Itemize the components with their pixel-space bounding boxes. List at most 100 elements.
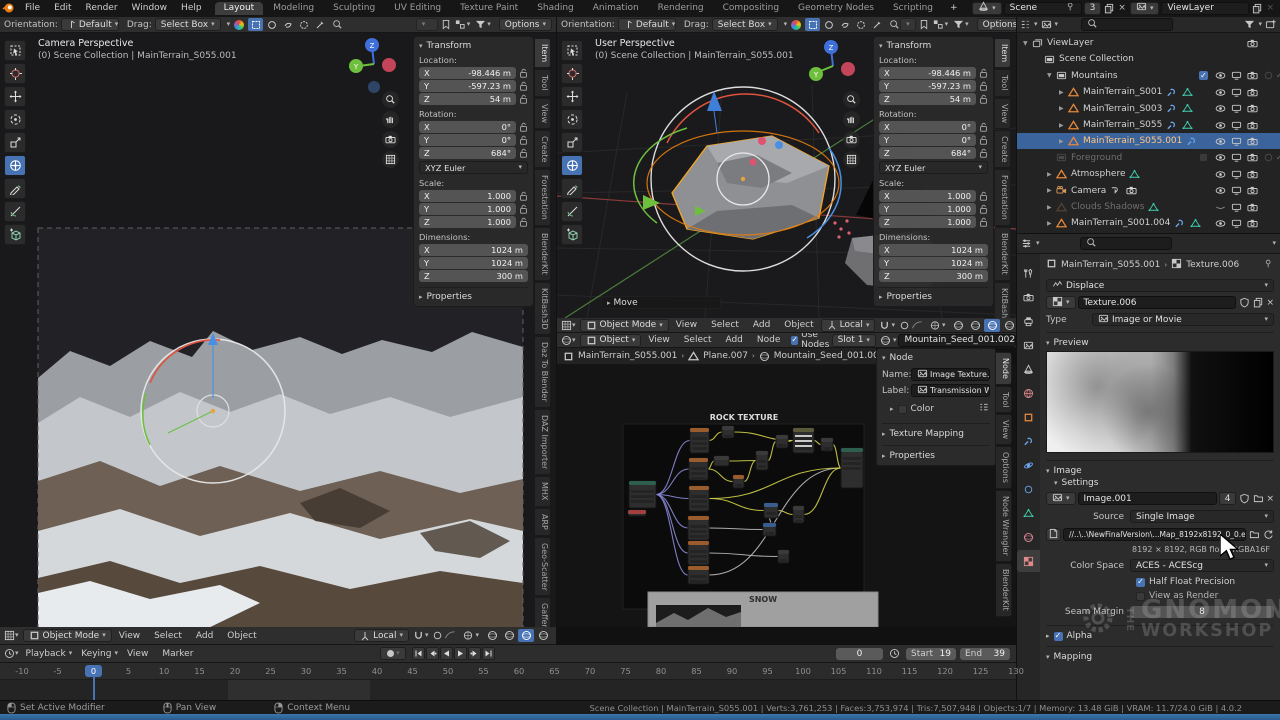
properties-tab-texture[interactable] [1017, 550, 1040, 572]
shading-solid-icon[interactable] [967, 319, 983, 332]
gizmo-dropdown[interactable]: ▾ [416, 18, 438, 31]
select-brush-icon[interactable] [869, 18, 884, 31]
colorspace-dropdown[interactable]: ACES - ACEScg▾ [1130, 559, 1274, 572]
tab-scripting[interactable]: Scripting [884, 2, 942, 15]
node-box-6[interactable] [733, 475, 744, 488]
sidebar-tab-mhx[interactable]: MHX [535, 476, 551, 506]
menu-window[interactable]: Window [125, 3, 175, 13]
monitor-toggle-icon[interactable] [1230, 152, 1243, 163]
vp-menu-select[interactable]: Select [704, 320, 746, 330]
menu-render[interactable]: Render [79, 3, 125, 13]
menu-help[interactable]: Help [174, 3, 209, 13]
expand-arrow[interactable]: ▶ [1047, 187, 1055, 194]
viewlayer-remove-icon[interactable]: × [1266, 3, 1274, 13]
outliner-row-clouds-shadows[interactable]: ▶Clouds Shadows [1017, 199, 1280, 215]
constraint-badge-icon[interactable] [1109, 185, 1122, 196]
video-progress-bar[interactable] [0, 714, 1280, 720]
image-name-field[interactable]: Image.001 [1078, 492, 1217, 505]
play-button[interactable] [454, 647, 467, 660]
editor-type-icon[interactable] [4, 648, 15, 659]
annotation-icon[interactable] [919, 19, 929, 30]
eyeclosed-toggle-icon[interactable] [1214, 202, 1227, 213]
node-box-9[interactable] [793, 428, 814, 453]
node-box-1[interactable] [628, 510, 646, 516]
select-circle-icon[interactable] [264, 18, 279, 31]
properties-tab-particles[interactable] [1017, 454, 1040, 476]
stopwatch-icon[interactable] [887, 648, 902, 659]
camera-toggle-icon[interactable] [1246, 185, 1259, 196]
timeline-menu-playback[interactable]: Playback [19, 649, 73, 659]
select-box-icon[interactable] [805, 18, 820, 31]
camchip-badge-icon[interactable] [1125, 185, 1138, 196]
outliner-item-label[interactable]: MainTerrain_S055 [1083, 120, 1162, 130]
timeline-menu-marker[interactable]: Marker [155, 649, 200, 659]
blender-logo-icon[interactable] [0, 2, 18, 14]
eye-toggle-icon[interactable] [1214, 87, 1227, 98]
sidebar-tab-blenderkit[interactable]: BlenderKit [995, 227, 1011, 281]
alpha-panel-header[interactable]: ▸✓Alpha [1046, 625, 1274, 641]
tab-shading[interactable]: Shading [528, 2, 583, 15]
unlink-icon[interactable]: × [1266, 494, 1274, 504]
lock-icon[interactable] [979, 217, 988, 227]
monitor-toggle-icon[interactable] [1230, 87, 1243, 98]
outliner-row-mountains[interactable]: ▼Mountains✓✓ [1017, 68, 1280, 84]
perspective-icon[interactable] [843, 151, 860, 168]
expand-arrow[interactable]: ▶ [1059, 105, 1067, 112]
image-file-icon[interactable] [1046, 528, 1061, 541]
sidebar-tab-view[interactable]: View [996, 414, 1012, 445]
colorwheel-icon[interactable] [791, 20, 801, 30]
orientation-dropdown[interactable]: Local▾ [821, 319, 876, 332]
vp-menu-object[interactable]: Object [777, 320, 820, 330]
mapping-panel-header[interactable]: ▾Mapping [1046, 646, 1274, 662]
node-box-18[interactable] [688, 566, 709, 584]
shading-rendered-icon[interactable] [1001, 319, 1016, 332]
properties-subpanel-header[interactable]: ▸Properties [419, 287, 528, 302]
lock-icon[interactable] [519, 148, 528, 158]
location--x-field[interactable]: X-98.446 m [419, 67, 516, 79]
lock-icon[interactable] [519, 94, 528, 104]
scale--x-field[interactable]: X1.000 [879, 190, 976, 202]
select-box-icon[interactable] [248, 18, 263, 31]
outliner-display-mode-icon[interactable] [1020, 19, 1031, 30]
lock-icon[interactable] [979, 204, 988, 214]
tool-annotate-icon[interactable] [561, 178, 583, 199]
view-as-render-row[interactable]: View as Render [1136, 591, 1274, 601]
eye-toggle-icon[interactable] [1214, 136, 1227, 147]
monitor-toggle-icon[interactable] [1230, 169, 1243, 180]
outliner-row-atmosphere[interactable]: ▶Atmosphere [1017, 166, 1280, 182]
properties-tab-output[interactable] [1017, 310, 1040, 332]
node-box-15[interactable] [793, 506, 804, 523]
outliner-funnel-icon[interactable] [1244, 19, 1255, 30]
rotation--x-field[interactable]: X0° [419, 121, 516, 133]
camera-toggle-icon[interactable] [1246, 218, 1259, 229]
tool-annotate-icon[interactable] [4, 178, 26, 199]
tool-move-icon[interactable] [4, 86, 26, 107]
colorwheel-icon[interactable] [234, 20, 244, 30]
type-dropdown[interactable]: Image or Movie▾ [1092, 313, 1274, 326]
list-icon[interactable] [978, 402, 990, 416]
shading-wireframe-icon[interactable] [484, 629, 500, 642]
tool-cursor-icon[interactable] [561, 63, 583, 84]
camera-view-icon[interactable] [843, 131, 860, 148]
sidebar-tab-create[interactable]: Create [995, 130, 1011, 169]
expand-arrow[interactable]: ▶ [1047, 204, 1055, 211]
tool-measure-icon[interactable] [4, 201, 26, 222]
geonodes-badge-icon[interactable] [1181, 120, 1194, 131]
geonodes-badge-icon[interactable] [1128, 169, 1141, 180]
sidebar-tab-tool[interactable]: Tool [995, 69, 1011, 97]
vp-menu-select[interactable]: Select [147, 631, 189, 641]
viewport-user[interactable]: ZY User Perspective (0) Scene Collection… [557, 33, 1016, 318]
image-panel-header[interactable]: ▾Image [1046, 460, 1274, 476]
sidebar-tab-node-wrangler[interactable]: Node Wrangler [996, 490, 1012, 562]
node-box-13[interactable] [688, 516, 709, 540]
tab-texture-paint[interactable]: Texture Paint [451, 2, 527, 15]
outliner-row-mainterrain-s055-001[interactable]: ▶MainTerrain_S055.001 [1017, 133, 1280, 149]
outliner-item-label[interactable]: MainTerrain_S003 [1083, 104, 1162, 114]
lock-icon[interactable] [519, 81, 528, 91]
rotation--y-field[interactable]: Y0° [879, 134, 976, 146]
node-box-16[interactable] [763, 523, 776, 536]
shader-menu-add[interactable]: Add [718, 335, 749, 345]
properties-tab-viewlayer[interactable] [1017, 334, 1040, 356]
viewlayer-copy-icon[interactable] [1251, 3, 1264, 14]
texture-name-field[interactable]: Texture.006 [1078, 296, 1237, 309]
